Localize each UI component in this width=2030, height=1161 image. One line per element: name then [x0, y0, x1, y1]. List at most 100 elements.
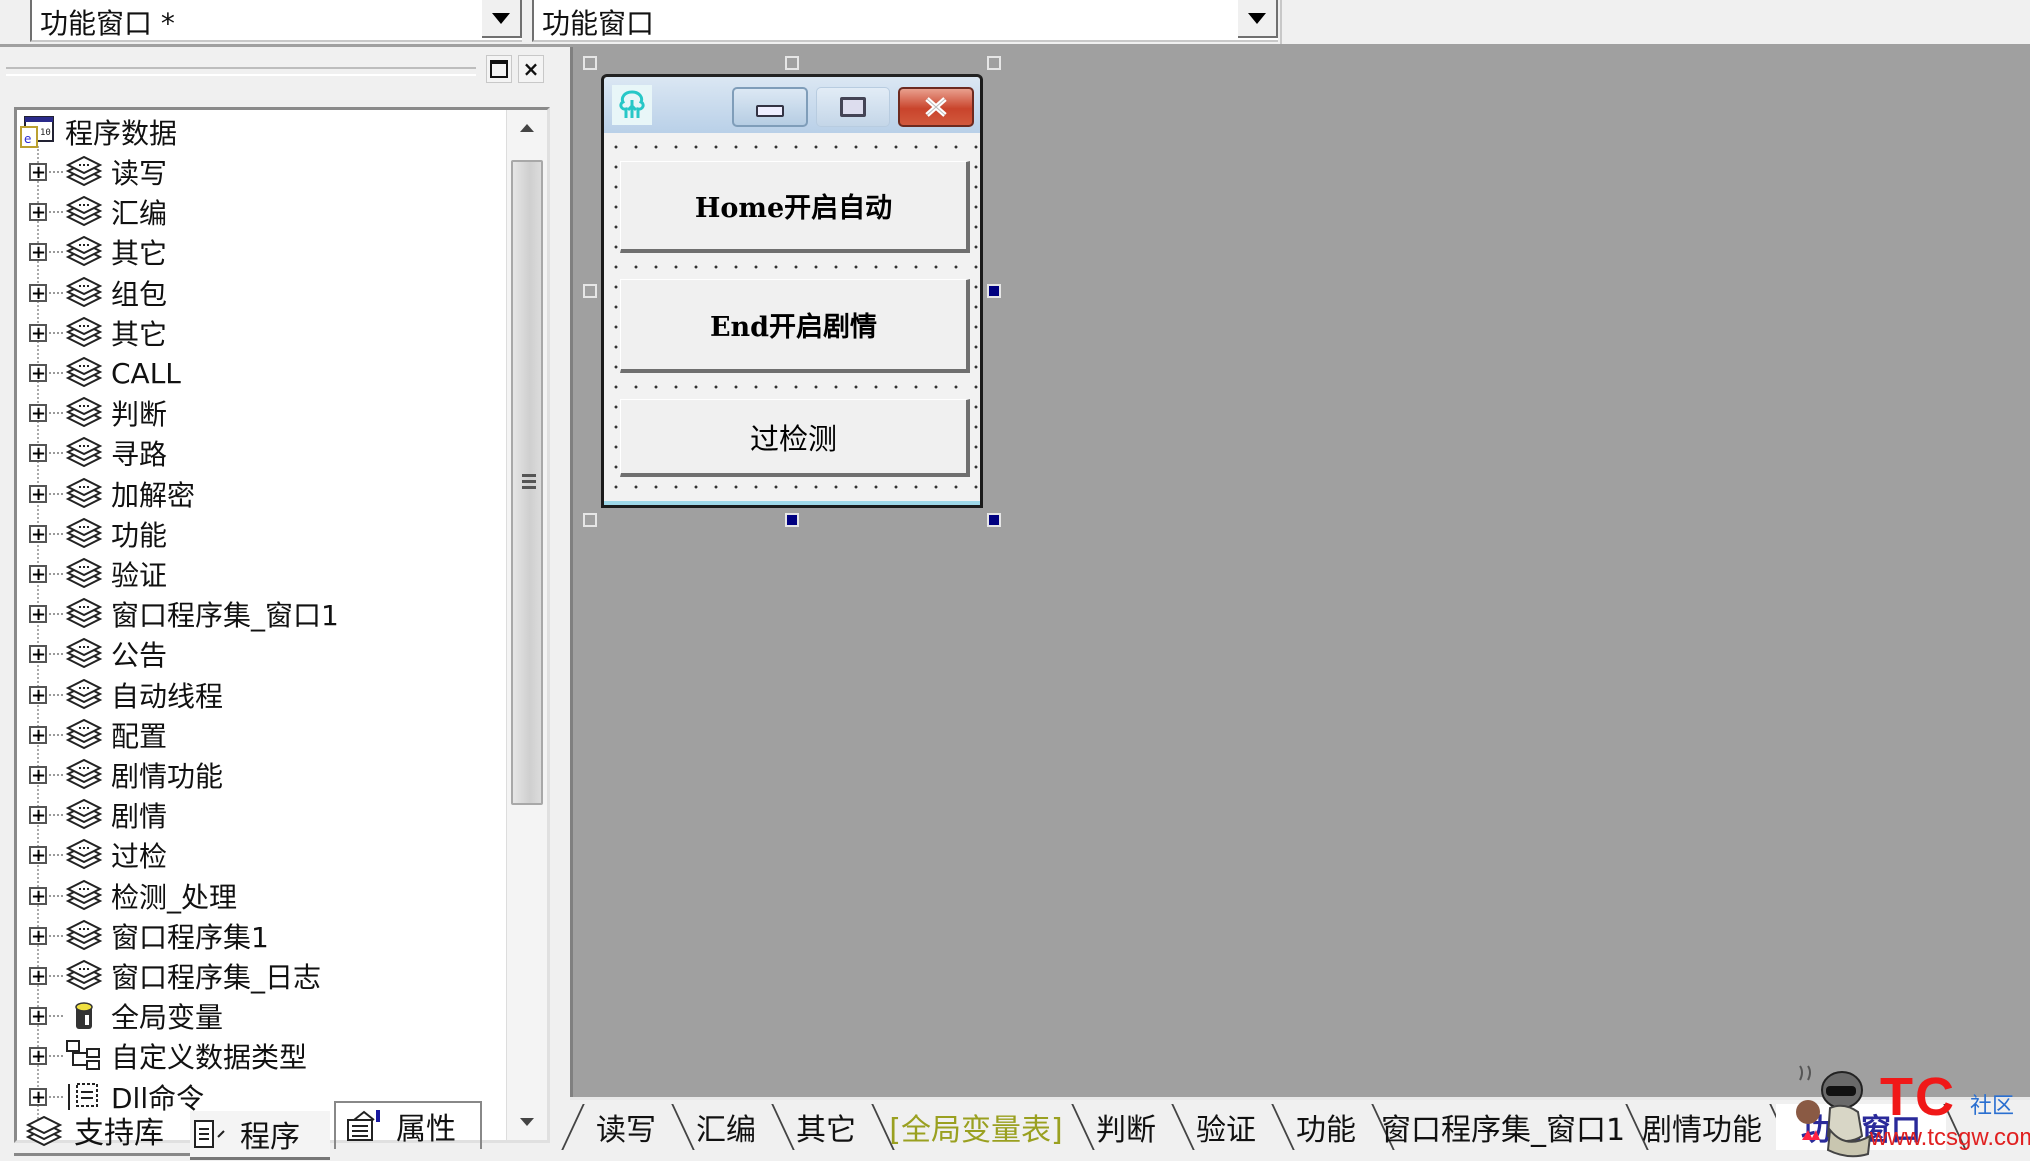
- expand-icon[interactable]: +: [29, 967, 47, 986]
- bypass-detection-button[interactable]: 过检测: [620, 399, 970, 477]
- expand-icon[interactable]: +: [29, 806, 47, 825]
- tree-item[interactable]: + 汇编: [17, 192, 167, 232]
- resize-handle-right[interactable]: [987, 284, 1001, 298]
- resize-handle-top-left[interactable]: [583, 56, 597, 70]
- close-icon: ×: [522, 57, 540, 81]
- tree-item[interactable]: + 验证: [17, 554, 167, 594]
- expand-icon[interactable]: +: [29, 243, 47, 262]
- tree-item[interactable]: + 窗口程序集_窗口1: [17, 594, 339, 634]
- expand-icon[interactable]: +: [29, 1047, 47, 1066]
- form-minimize-button[interactable]: [732, 87, 808, 127]
- expand-icon[interactable]: +: [29, 605, 47, 624]
- expand-icon[interactable]: +: [29, 926, 47, 945]
- expand-icon[interactable]: +: [29, 484, 47, 503]
- tab-program[interactable]: 程序: [190, 1111, 330, 1160]
- resize-handle-bottom-left[interactable]: [583, 513, 597, 527]
- tree-item[interactable]: + 检测_处理: [17, 876, 237, 916]
- tree-item[interactable]: + 读写: [17, 152, 167, 192]
- editor-tab[interactable]: 窗口程序集_窗口1: [1378, 1104, 1649, 1150]
- tree-item[interactable]: + 公告: [17, 634, 167, 674]
- tree-item[interactable]: + 寻路: [17, 433, 167, 473]
- expand-icon[interactable]: +: [29, 404, 47, 423]
- tree-item[interactable]: + 功能: [17, 514, 167, 554]
- tree-item[interactable]: + 剧情功能: [17, 755, 223, 795]
- tree-item[interactable]: + 剧情: [17, 795, 167, 835]
- editor-tab[interactable]: 功能窗口: [1776, 1104, 1967, 1150]
- event-combo-dropdown-button[interactable]: [1238, 0, 1278, 38]
- tree-item-label: 读写: [111, 157, 168, 190]
- tree-item[interactable]: + 全局变量: [17, 996, 223, 1036]
- tree-connector: [49, 211, 63, 214]
- expand-icon[interactable]: +: [29, 323, 47, 342]
- module-stack-icon: [65, 919, 103, 953]
- editor-tab[interactable]: 汇编: [678, 1104, 795, 1150]
- resize-handle-bottom-right[interactable]: [987, 513, 1001, 527]
- expand-icon[interactable]: +: [29, 846, 47, 865]
- expand-icon[interactable]: +: [29, 565, 47, 584]
- expand-icon[interactable]: +: [29, 444, 47, 463]
- expand-icon[interactable]: +: [29, 283, 47, 302]
- tree-item-label: CALL: [111, 356, 181, 390]
- expand-icon[interactable]: +: [29, 163, 47, 182]
- home-auto-button[interactable]: Home开启自动: [620, 161, 970, 253]
- object-combo[interactable]: 功能窗口 *: [30, 0, 522, 42]
- editor-tab[interactable]: 功能: [1278, 1104, 1395, 1150]
- editor-tab[interactable]: 读写: [578, 1104, 695, 1150]
- expand-icon[interactable]: +: [29, 886, 47, 905]
- form-maximize-button[interactable]: [816, 87, 890, 127]
- program-tree[interactable]: 10 e 程序数据 + 读写 + 汇编 + 其它 + 组包 + 其它 + CALL + 判断 + 寻路 + 加解密 + 功能…: [14, 107, 550, 1143]
- tree-item-label: 其它: [111, 237, 168, 271]
- toolbar-divider: [1280, 0, 1282, 44]
- tree-root-program-data[interactable]: 10 e 程序数据: [17, 112, 177, 152]
- panel-restore-button[interactable]: [486, 55, 512, 83]
- tree-item[interactable]: + 自定义数据类型: [17, 1036, 307, 1076]
- editor-tab[interactable]: 判断: [1078, 1104, 1195, 1150]
- expand-icon[interactable]: +: [29, 645, 47, 664]
- tree-item-label: 程序数据: [65, 117, 178, 150]
- expand-icon[interactable]: +: [29, 203, 47, 222]
- expand-icon[interactable]: +: [29, 725, 47, 744]
- form-close-button[interactable]: [898, 87, 974, 127]
- expand-icon[interactable]: +: [29, 524, 47, 543]
- editor-tab[interactable]: [全局变量表]: [878, 1104, 1095, 1150]
- resize-handle-top-right[interactable]: [987, 56, 1001, 70]
- form-design-grid[interactable]: Home开启自动 End开启剧情 过检测: [604, 133, 980, 505]
- tree-item[interactable]: + 其它: [17, 232, 167, 272]
- editor-tab-label: [全局变量表]: [889, 1113, 1063, 1148]
- tree-item[interactable]: + 窗口程序集1: [17, 916, 269, 956]
- tree-item[interactable]: + 加解密: [17, 474, 195, 514]
- tree-item[interactable]: + 组包: [17, 273, 167, 313]
- expand-icon[interactable]: +: [29, 1007, 47, 1026]
- scroll-up-button[interactable]: [507, 110, 547, 146]
- form-designer-canvas[interactable]: Home开启自动 End开启剧情 过检测: [570, 47, 2030, 1097]
- object-combo-dropdown-button[interactable]: [482, 0, 522, 38]
- expand-icon[interactable]: +: [29, 766, 47, 785]
- editor-tab[interactable]: 验证: [1178, 1104, 1295, 1150]
- tree-item[interactable]: + 窗口程序集_日志: [17, 956, 321, 996]
- tree-item[interactable]: + CALL: [17, 353, 181, 393]
- form-window-preview[interactable]: Home开启自动 End开启剧情 过检测: [601, 74, 983, 508]
- tree-item[interactable]: + 判断: [17, 393, 167, 433]
- module-stack-icon: [65, 597, 103, 631]
- resize-handle-bottom[interactable]: [785, 513, 799, 527]
- tab-properties[interactable]: 属性: [334, 1101, 482, 1149]
- module-stack-icon: [65, 155, 103, 189]
- resize-handle-top[interactable]: [785, 56, 799, 70]
- form-titlebar[interactable]: [604, 77, 980, 133]
- resize-handle-left[interactable]: [583, 284, 597, 298]
- tree-item[interactable]: + 配置: [17, 715, 167, 755]
- tree-item[interactable]: + 过检: [17, 835, 167, 875]
- panel-close-button[interactable]: ×: [518, 55, 544, 83]
- tab-support-library[interactable]: 支持库: [14, 1107, 190, 1156]
- expand-icon[interactable]: +: [29, 364, 47, 383]
- tree-vertical-scrollbar[interactable]: [506, 110, 547, 1140]
- panel-grip[interactable]: [6, 67, 476, 76]
- expand-icon[interactable]: +: [29, 685, 47, 704]
- tree-item[interactable]: + 其它: [17, 313, 167, 353]
- event-combo[interactable]: 功能窗口: [532, 0, 1278, 42]
- editor-tab[interactable]: 其它: [778, 1104, 895, 1150]
- tree-item[interactable]: + 自动线程: [17, 675, 223, 715]
- end-story-button[interactable]: End开启剧情: [620, 279, 970, 373]
- editor-tab[interactable]: 剧情功能: [1632, 1104, 1793, 1150]
- scroll-thumb[interactable]: [511, 160, 543, 805]
